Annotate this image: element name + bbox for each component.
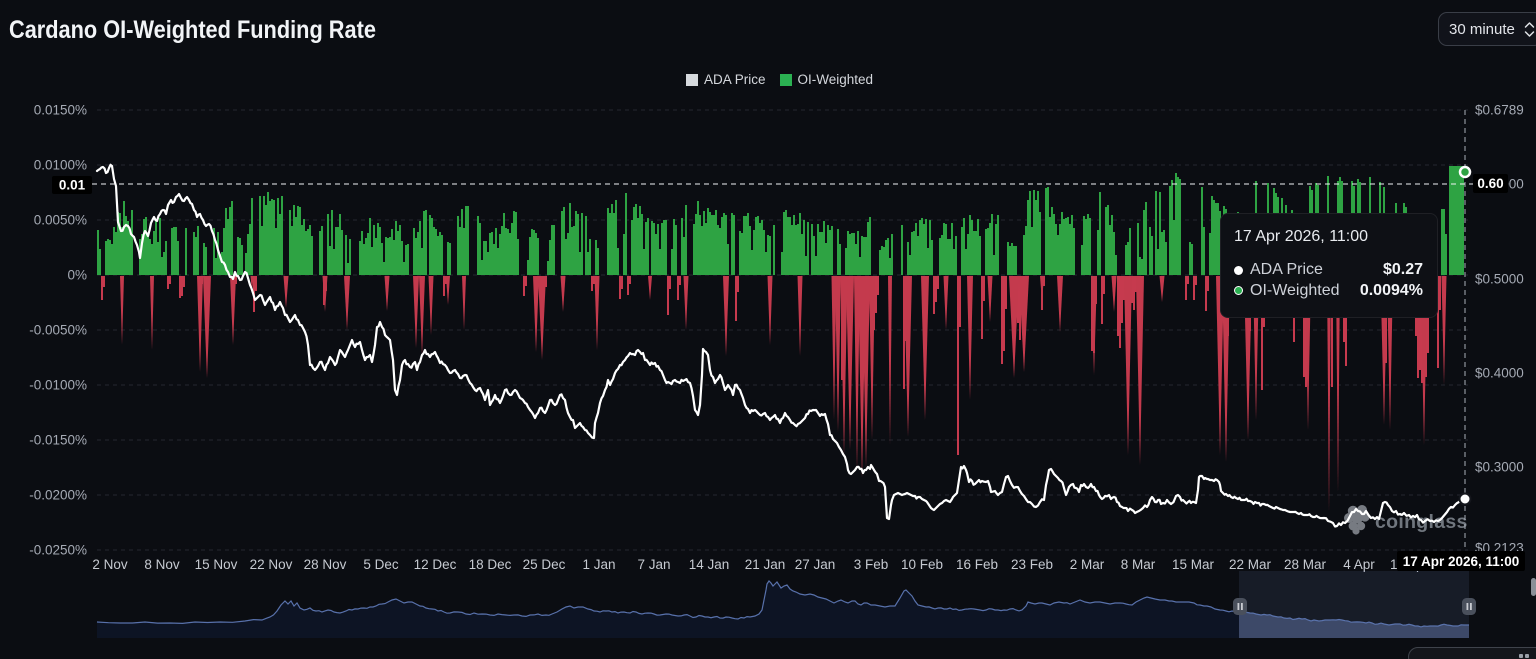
svg-text:27 Jan: 27 Jan: [795, 557, 836, 572]
svg-text:1 Jan: 1 Jan: [582, 557, 615, 572]
svg-text:15 Mar: 15 Mar: [1172, 557, 1215, 572]
svg-text:0.60: 0.60: [1477, 176, 1503, 191]
svg-text:$0.5000: $0.5000: [1475, 272, 1524, 287]
svg-text:28 Mar: 28 Mar: [1284, 557, 1327, 572]
svg-text:-0.0200%: -0.0200%: [29, 488, 87, 503]
svg-text:0%: 0%: [67, 268, 87, 283]
svg-text:-0.0050%: -0.0050%: [29, 323, 87, 338]
svg-text:10 Feb: 10 Feb: [901, 557, 943, 572]
svg-text:17 Apr 2026, 11:00: 17 Apr 2026, 11:00: [1403, 554, 1520, 569]
svg-text:0.0150%: 0.0150%: [34, 103, 87, 118]
svg-text:22 Nov: 22 Nov: [250, 557, 293, 572]
svg-text:16 Feb: 16 Feb: [956, 557, 998, 572]
svg-text:2 Mar: 2 Mar: [1070, 557, 1105, 572]
svg-text:$0.3000: $0.3000: [1475, 460, 1524, 475]
svg-text:3 Feb: 3 Feb: [854, 557, 889, 572]
svg-text:14 Jan: 14 Jan: [689, 557, 730, 572]
svg-text:4 Apr: 4 Apr: [1343, 557, 1375, 572]
svg-text:23 Feb: 23 Feb: [1011, 557, 1053, 572]
svg-text:0.0100%: 0.0100%: [34, 158, 87, 173]
svg-text:21 Jan: 21 Jan: [745, 557, 786, 572]
svg-text:-0.0100%: -0.0100%: [29, 378, 87, 393]
svg-text:-0.0150%: -0.0150%: [29, 433, 87, 448]
svg-text:28 Nov: 28 Nov: [304, 557, 347, 572]
svg-text:8 Mar: 8 Mar: [1121, 557, 1156, 572]
svg-text:5 Dec: 5 Dec: [363, 557, 399, 572]
svg-text:7 Jan: 7 Jan: [637, 557, 670, 572]
svg-text:0.01: 0.01: [59, 178, 86, 193]
svg-text:-0.0250%: -0.0250%: [29, 543, 87, 558]
svg-text:25 Dec: 25 Dec: [523, 557, 566, 572]
svg-text:15 Nov: 15 Nov: [195, 557, 238, 572]
svg-text:12 Dec: 12 Dec: [414, 557, 457, 572]
svg-text:$0.6789: $0.6789: [1475, 103, 1524, 118]
svg-text:18 Dec: 18 Dec: [469, 557, 512, 572]
svg-text:0.0050%: 0.0050%: [34, 213, 87, 228]
svg-text:2 Nov: 2 Nov: [92, 557, 128, 572]
svg-text:8 Nov: 8 Nov: [144, 557, 180, 572]
svg-text:$0.4000: $0.4000: [1475, 366, 1524, 381]
svg-text:22 Mar: 22 Mar: [1229, 557, 1272, 572]
